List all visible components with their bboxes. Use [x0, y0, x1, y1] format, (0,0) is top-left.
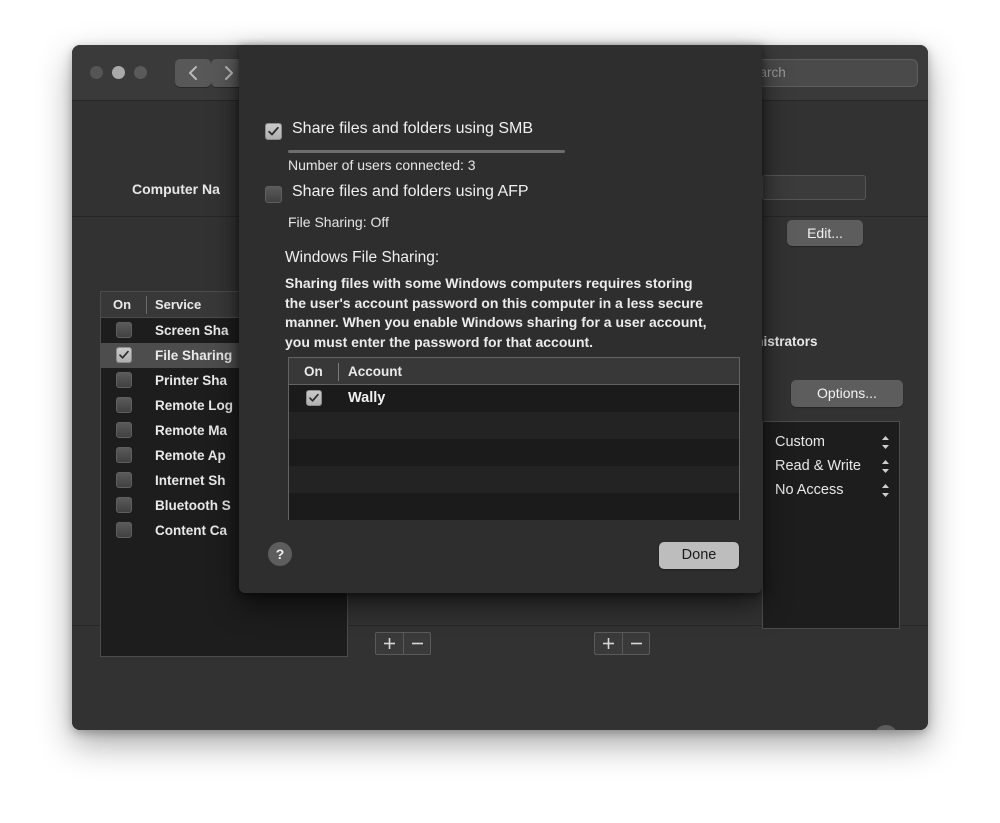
service-checkbox[interactable] — [116, 322, 132, 338]
service-checkbox[interactable] — [116, 422, 132, 438]
done-button[interactable]: Done — [659, 542, 739, 569]
plus-icon — [595, 633, 622, 654]
add-user-button[interactable] — [595, 633, 623, 654]
windows-file-sharing-title: Windows File Sharing: — [285, 249, 439, 267]
account-row-wally[interactable]: Wally — [289, 385, 739, 412]
service-label: Remote Log — [155, 393, 233, 418]
accounts-table-header: On Account — [289, 358, 739, 385]
remove-user-button[interactable] — [623, 633, 650, 654]
service-label: Bluetooth S — [155, 493, 231, 518]
service-checkbox[interactable] — [116, 472, 132, 488]
permission-label: Custom — [775, 430, 825, 454]
plus-icon — [376, 633, 403, 654]
column-header-on: On — [304, 358, 323, 385]
header-divider — [338, 363, 339, 381]
account-row-empty[interactable] — [289, 412, 739, 439]
account-name: Wally — [348, 385, 385, 412]
service-checkbox[interactable] — [116, 372, 132, 388]
service-checkbox[interactable] — [116, 347, 132, 363]
file-sharing-options-sheet: Share files and folders using SMB Number… — [239, 45, 762, 593]
computer-name-label: Computer Na — [132, 181, 220, 197]
checkmark-icon — [267, 125, 280, 138]
options-button[interactable]: Options... — [791, 380, 903, 407]
chevron-updown-icon[interactable] — [880, 482, 891, 499]
smb-checkbox-label: Share files and folders using SMB — [292, 120, 533, 138]
add-shared-folder-button[interactable] — [376, 633, 404, 654]
permission-row-read-write[interactable]: Read & Write — [763, 454, 899, 478]
checkmark-icon — [118, 349, 130, 361]
account-checkbox[interactable] — [306, 390, 322, 406]
sheet-help-button[interactable]: ? — [268, 542, 292, 566]
service-checkbox[interactable] — [116, 447, 132, 463]
computer-name-input[interactable] — [762, 175, 866, 200]
service-checkbox[interactable] — [116, 397, 132, 413]
permission-label: No Access — [775, 478, 844, 502]
column-header-service: Service — [155, 292, 201, 318]
accounts-table: On Account Wally — [288, 357, 740, 520]
windows-file-sharing-description: Sharing files with some Windows computer… — [285, 274, 740, 352]
service-checkbox[interactable] — [116, 497, 132, 513]
service-label: Internet Sh — [155, 468, 226, 493]
minus-icon — [404, 633, 431, 654]
account-row-empty[interactable] — [289, 439, 739, 466]
permission-row-custom[interactable]: Custom — [763, 430, 899, 454]
service-label: Printer Sha — [155, 368, 227, 393]
smb-checkbox[interactable] — [265, 123, 282, 140]
users-connected-label: Number of users connected: 3 — [288, 157, 476, 173]
minus-icon — [623, 633, 650, 654]
screenshot-root: Sharing Search Computer Na Edit... On — [0, 0, 1000, 823]
column-header-account: Account — [348, 358, 402, 385]
file-sharing-status-label: File Sharing: Off — [288, 214, 389, 230]
permission-row-no-access[interactable]: No Access — [763, 478, 899, 502]
afp-checkbox[interactable] — [265, 186, 282, 203]
permission-label: Read & Write — [775, 454, 861, 478]
column-header-on: On — [113, 292, 131, 318]
service-label: Screen Sha — [155, 318, 229, 343]
header-divider — [146, 296, 147, 314]
service-label: File Sharing — [155, 343, 232, 368]
edit-button[interactable]: Edit... — [787, 220, 863, 246]
help-button[interactable]: ? — [874, 725, 898, 730]
account-row-empty[interactable] — [289, 493, 739, 520]
afp-checkbox-label: Share files and folders using AFP — [292, 183, 529, 201]
remove-shared-folder-button[interactable] — [404, 633, 431, 654]
checkmark-icon — [308, 392, 320, 404]
account-row-empty[interactable] — [289, 466, 739, 493]
service-checkbox[interactable] — [116, 522, 132, 538]
service-label: Remote Ap — [155, 443, 226, 468]
smb-separator — [288, 150, 565, 153]
users-add-remove — [594, 632, 650, 655]
chevron-updown-icon[interactable] — [880, 458, 891, 475]
service-label: Remote Ma — [155, 418, 227, 443]
chevron-updown-icon[interactable] — [880, 434, 891, 451]
permissions-list: Custom Read & Write No Access — [762, 421, 900, 629]
shared-folders-add-remove — [375, 632, 431, 655]
service-label: Content Ca — [155, 518, 227, 543]
